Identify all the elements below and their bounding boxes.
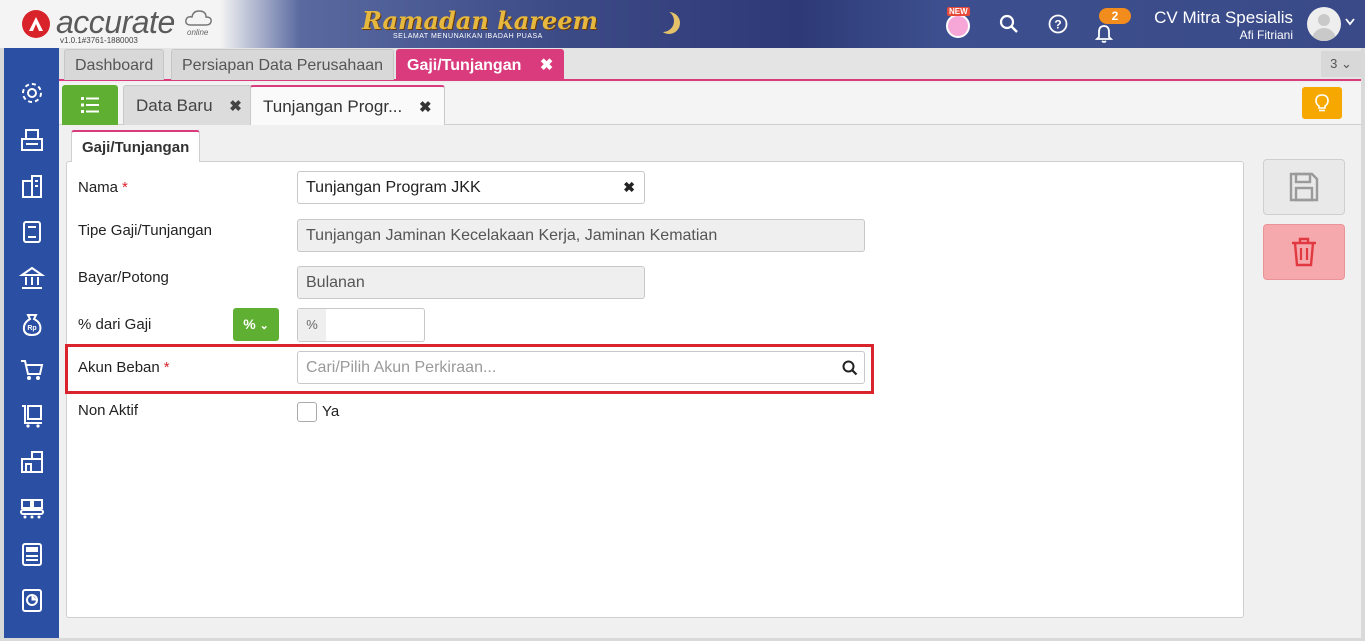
version-text: v1.0.1#3761-1880003 (60, 36, 138, 45)
cart-icon[interactable] (18, 356, 46, 384)
form-panel: Nama * Tunjangan Program JKK ✖ Tipe Gaji/… (65, 161, 1244, 618)
help-icon[interactable]: ? (1046, 12, 1070, 36)
tab-count-dropdown[interactable]: 3 ⌄ (1321, 51, 1361, 77)
ramadan-banner-subtitle: SELAMAT MENUNAIKAN IBADAH PUASA (393, 33, 543, 40)
chevron-down-icon: ⌄ (259, 320, 269, 332)
module-tab-bar: Dashboard Persiapan Data Perusahaan Gaji… (59, 48, 1361, 81)
chevron-down-icon[interactable] (1345, 18, 1355, 26)
required-marker: * (122, 179, 128, 196)
tipe-value: Tunjangan Jaminan Kecelakaan Kerja, Jami… (306, 227, 718, 244)
bayar-potong-field: Bulanan (297, 266, 645, 299)
akun-placeholder: Cari/Pilih Akun Perkiraan... (306, 359, 497, 376)
logo-online-text: online (187, 28, 209, 37)
required-marker: * (163, 359, 170, 376)
tax-icon[interactable] (18, 540, 46, 568)
form-section-label: Gaji/Tunjangan (82, 139, 190, 156)
conveyor-icon[interactable] (18, 494, 46, 522)
tab-tunjangan-program[interactable]: Tunjangan Progr... ✖ (250, 85, 445, 125)
nama-label: Nama * (78, 179, 128, 196)
persen-label: % dari Gaji (78, 316, 152, 333)
gear-icon[interactable] (18, 79, 46, 107)
akun-label-text: Akun Beban (78, 359, 160, 376)
accurate-logo[interactable]: accurate online v1.0.1#3761-1880003 (22, 4, 222, 45)
ledger-icon[interactable] (18, 218, 46, 246)
nama-input[interactable]: Tunjangan Program JKK ✖ (297, 171, 645, 204)
percent-addon: % (298, 309, 326, 341)
main-content: Dashboard Persiapan Data Perusahaan Gaji… (59, 48, 1361, 638)
mascot-icon (946, 14, 970, 38)
user-name: Afi Fitriani (1239, 28, 1293, 42)
purchase-icon[interactable] (18, 402, 46, 430)
clear-icon[interactable]: ✖ (623, 172, 635, 203)
warehouse-icon[interactable] (18, 448, 46, 476)
record-tab-bar: Data Baru ✖ Tunjangan Progr... ✖ (59, 83, 1361, 125)
cloud-icon (185, 10, 212, 26)
bell-icon[interactable] (1092, 22, 1116, 46)
svg-text:?: ? (1054, 18, 1061, 32)
ramadan-banner-title: Ramadan kareem (362, 6, 598, 35)
tab-count-value: 3 (1330, 56, 1338, 71)
save-button[interactable] (1263, 159, 1345, 215)
nonaktif-label: Non Aktif (78, 402, 139, 419)
bayar-value: Bulanan (306, 274, 365, 291)
user-avatar[interactable] (1307, 7, 1341, 41)
close-icon[interactable]: ✖ (229, 98, 242, 115)
nama-value: Tunjangan Program JKK (306, 179, 481, 196)
nonaktif-checkbox[interactable] (297, 402, 317, 422)
akun-label: Akun Beban * (78, 359, 170, 376)
list-view-button[interactable] (62, 85, 118, 125)
nonaktif-checkbox-label[interactable]: Ya (322, 403, 339, 420)
tab-data-baru[interactable]: Data Baru ✖ (123, 85, 255, 125)
tipe-gaji-field: Tunjangan Jaminan Kecelakaan Kerja, Jami… (297, 219, 865, 252)
crescent-moon-icon (652, 10, 674, 32)
trash-icon (1292, 237, 1316, 267)
tab-label: Gaji/Tunjangan (407, 57, 522, 74)
tab-label: Dashboard (75, 57, 154, 74)
tab-gaji-tunjangan[interactable]: Gaji/Tunjangan ✖ (396, 49, 565, 80)
list-icon (81, 97, 99, 113)
tab-label: Persiapan Data Perusahaan (182, 57, 384, 74)
search-icon[interactable] (997, 12, 1021, 36)
tab-dashboard[interactable]: Dashboard (64, 49, 165, 80)
sidebar: Rp (4, 48, 59, 638)
top-header: accurate online v1.0.1#3761-1880003 Rama… (0, 0, 1365, 48)
search-icon[interactable] (842, 360, 858, 376)
akun-beban-search-input[interactable]: Cari/Pilih Akun Perkiraan... (297, 351, 865, 384)
tab-label: Data Baru (136, 96, 213, 115)
logo-badge-icon (22, 10, 50, 38)
svg-text:Rp: Rp (27, 325, 36, 332)
save-icon (1289, 172, 1319, 202)
percent-button-label: % (243, 316, 256, 332)
tipe-label: Tipe Gaji/Tunjangan (78, 222, 212, 239)
tab-label: Tunjangan Progr... (263, 97, 403, 116)
close-icon[interactable]: ✖ (540, 57, 553, 74)
nama-label-text: Nama (78, 179, 119, 196)
notification-count-badge: 2 (1099, 8, 1131, 24)
building-icon[interactable] (18, 172, 46, 200)
lightbulb-icon (1315, 94, 1329, 112)
company-name[interactable]: CV Mitra Spesialis (1154, 8, 1293, 28)
tab-persiapan-data-perusahaan[interactable]: Persiapan Data Perusahaan (171, 49, 395, 80)
report-icon[interactable] (18, 586, 46, 614)
whats-new-button[interactable]: NEW (944, 6, 972, 38)
form-section-tab[interactable]: Gaji/Tunjangan (71, 130, 201, 162)
fax-icon[interactable] (18, 126, 46, 154)
percent-input[interactable]: % (297, 308, 425, 342)
tips-button[interactable] (1302, 87, 1342, 119)
close-icon[interactable]: ✖ (419, 99, 432, 116)
money-bag-icon[interactable]: Rp (18, 310, 46, 338)
percent-type-button[interactable]: % ⌄ (233, 308, 279, 341)
chevron-down-icon: ⌄ (1340, 56, 1352, 71)
new-badge-label: NEW (947, 7, 970, 16)
bank-icon[interactable] (18, 264, 46, 292)
bayar-label: Bayar/Potong (78, 269, 169, 286)
delete-button[interactable] (1263, 224, 1345, 280)
